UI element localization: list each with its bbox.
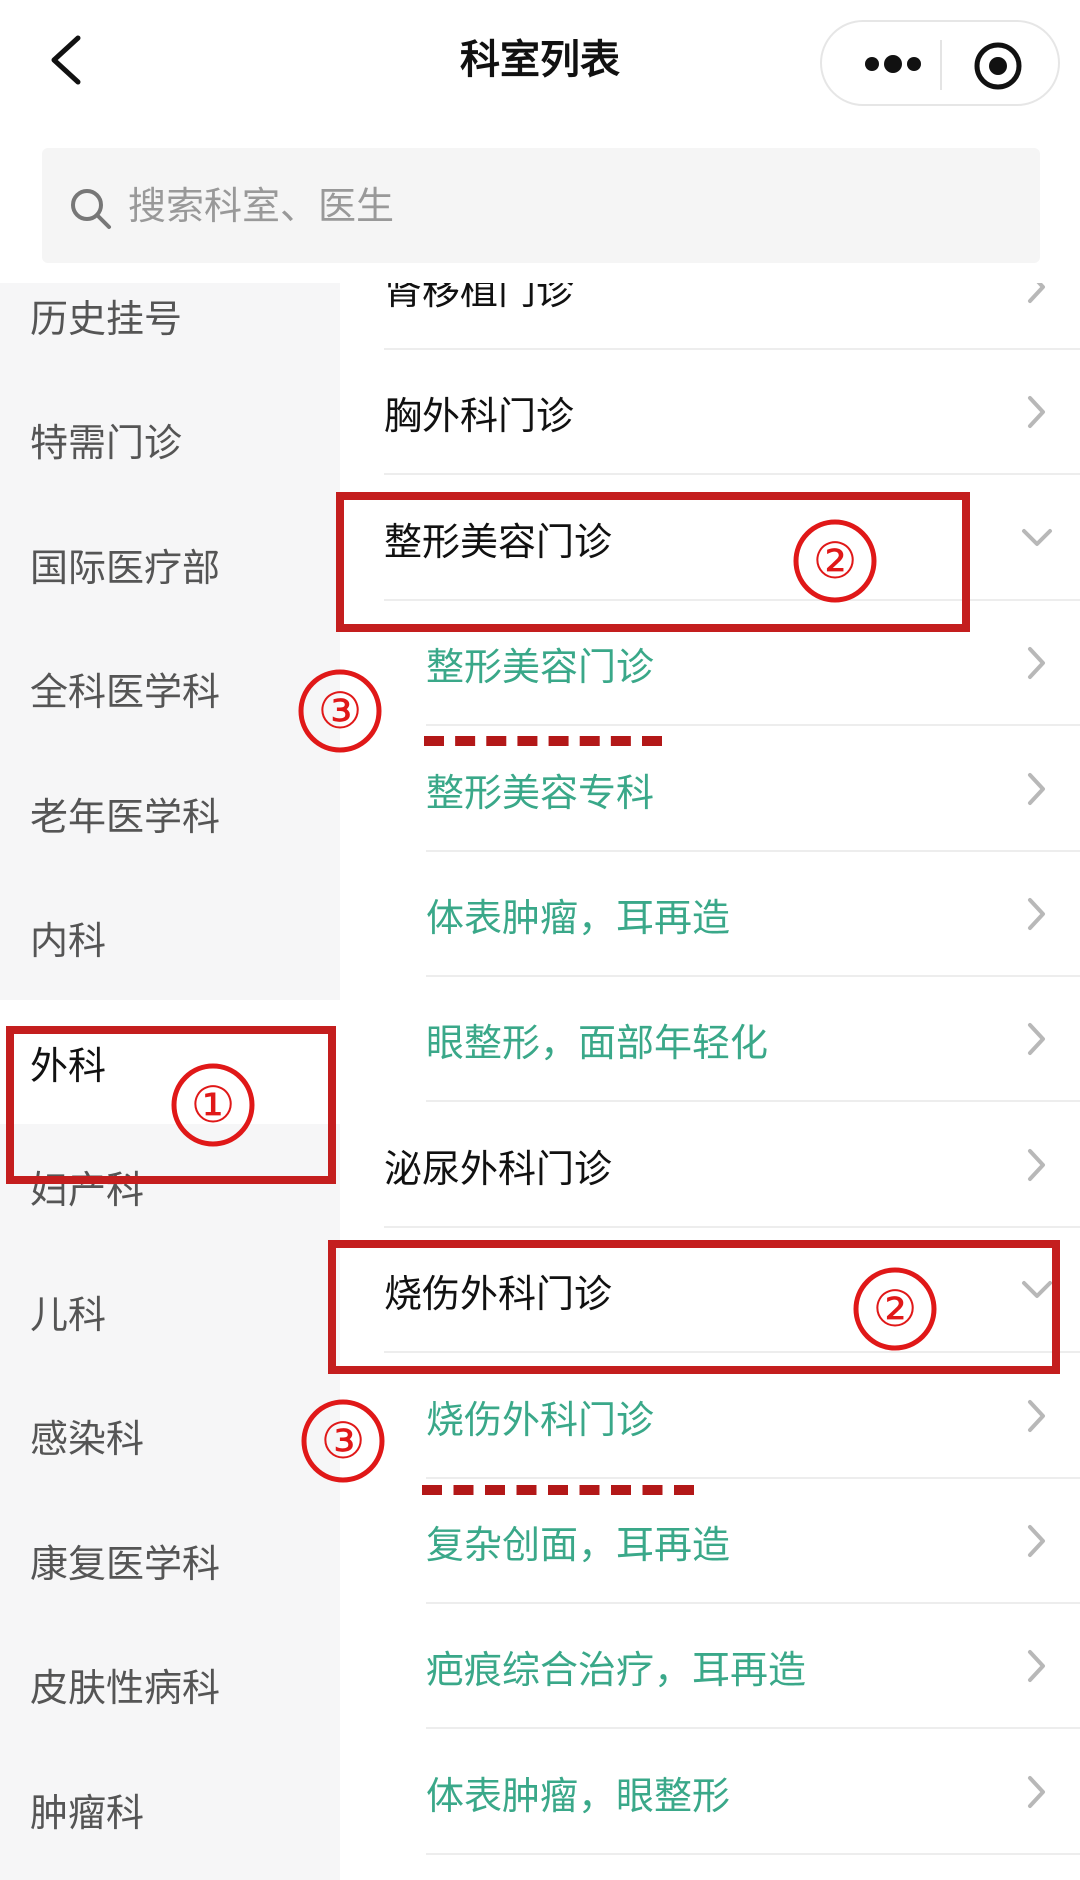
svg-text:②: ②: [873, 1281, 918, 1337]
search-icon: [71, 189, 111, 229]
sidebar-item-label: 全科医学科: [30, 670, 221, 714]
sub-department-row[interactable]: 体表肿瘤，耳再造: [340, 852, 1080, 977]
annotation-marker-2b: ②: [853, 1267, 937, 1351]
sidebar-item-label: 国际医疗部: [30, 545, 221, 590]
annotation-marker-2a: ②: [793, 519, 877, 603]
sidebar-item-label: 内科: [30, 919, 107, 963]
sub-department-row[interactable]: 眼整形，面部年轻化: [340, 977, 1080, 1103]
sub-department-row[interactable]: 体表肿瘤，眼整形: [340, 1730, 1080, 1855]
sidebar-item-label: 儿科: [30, 1292, 107, 1337]
chevron-down-icon: [1022, 528, 1052, 546]
target-circle-icon[interactable]: [972, 40, 1024, 92]
annotation-marker-3b: ③: [301, 1399, 385, 1483]
sidebar-item-label: 皮肤性病科: [30, 1666, 221, 1710]
sidebar-item[interactable]: 内科: [0, 876, 340, 1000]
sidebar-item[interactable]: 康复医学科: [0, 1498, 340, 1622]
department-label: 眼整形，面部年轻化: [426, 1021, 769, 1066]
annotation-marker-1: ①: [171, 1063, 255, 1147]
sidebar-item-label: 历史挂号: [30, 296, 183, 341]
sidebar-item[interactable]: 感染科: [0, 1374, 340, 1498]
svg-text:③: ③: [318, 683, 363, 739]
row-divider: [426, 1852, 1080, 1855]
chevron-right-icon: [1028, 898, 1045, 930]
svg-text:①: ①: [191, 1077, 236, 1133]
chevron-right-icon: [1028, 1650, 1045, 1683]
department-row[interactable]: 泌尿外科门诊: [340, 1103, 1080, 1228]
department-row[interactable]: 胸外科门诊: [340, 350, 1080, 476]
annotation-marker-3a: ③: [298, 669, 382, 753]
menu-capsule: [820, 20, 1060, 106]
department-label: 疤痕综合治疗，耳再造: [426, 1648, 807, 1693]
annotation-underline-plastic: [424, 736, 662, 746]
department-label: 肾移植门诊: [384, 283, 575, 313]
sidebar-item[interactable]: 特需门诊: [0, 378, 340, 502]
department-label: 复杂创面，耳再造: [426, 1523, 731, 1567]
sidebar-item-label: 肿瘤科: [30, 1790, 145, 1835]
department-label: 泌尿外科门诊: [384, 1146, 613, 1191]
department-label: 胸外科门诊: [384, 394, 575, 439]
sidebar-item[interactable]: 国际医疗部: [0, 502, 340, 626]
chevron-right-icon: [1028, 283, 1045, 303]
sidebar-item[interactable]: 全科医学科: [0, 627, 340, 751]
sidebar-item[interactable]: 皮肤性病科: [0, 1623, 340, 1747]
capsule-divider: [940, 40, 942, 90]
svg-text:③: ③: [321, 1413, 366, 1469]
annotation-box-burn: [328, 1240, 1060, 1374]
sidebar-item-label: 特需门诊: [30, 421, 183, 465]
chevron-right-icon: [1028, 1525, 1045, 1557]
sidebar-item-label: 感染科: [30, 1417, 145, 1461]
department-label: 体表肿瘤，眼整形: [426, 1773, 731, 1818]
svg-text:②: ②: [813, 533, 858, 589]
search-input[interactable]: [126, 170, 1010, 242]
chevron-right-icon: [1028, 1023, 1045, 1056]
annotation-underline-burn: [422, 1485, 694, 1495]
chevron-right-icon: [1028, 1775, 1045, 1808]
chevron-right-icon: [1028, 772, 1045, 805]
sidebar-item-label: 老年医学科: [30, 794, 221, 839]
chevron-right-icon: [1028, 1399, 1045, 1432]
sub-department-row[interactable]: 复杂创面，耳再造: [340, 1479, 1080, 1604]
search-box[interactable]: [42, 148, 1040, 263]
chevron-right-icon: [1028, 1148, 1045, 1181]
sidebar-item[interactable]: 儿科: [0, 1249, 340, 1373]
sub-department-row[interactable]: 疤痕综合治疗，耳再造: [340, 1604, 1080, 1730]
department-row[interactable]: 肾移植门诊: [340, 283, 1080, 350]
navigation-bar: 科室列表: [0, 0, 1080, 128]
sidebar-item-label: 康复医学科: [30, 1541, 221, 1586]
more-dots-icon[interactable]: [858, 44, 928, 84]
chevron-right-icon: [1028, 396, 1045, 429]
search-area: [0, 128, 1080, 283]
department-label: 体表肿瘤，耳再造: [426, 896, 731, 940]
sidebar-item[interactable]: 肿瘤科: [0, 1747, 340, 1871]
sidebar-item[interactable]: 历史挂号: [0, 283, 340, 377]
sidebar-item[interactable]: 老年医学科: [0, 751, 340, 875]
chevron-right-icon: [1028, 647, 1045, 680]
